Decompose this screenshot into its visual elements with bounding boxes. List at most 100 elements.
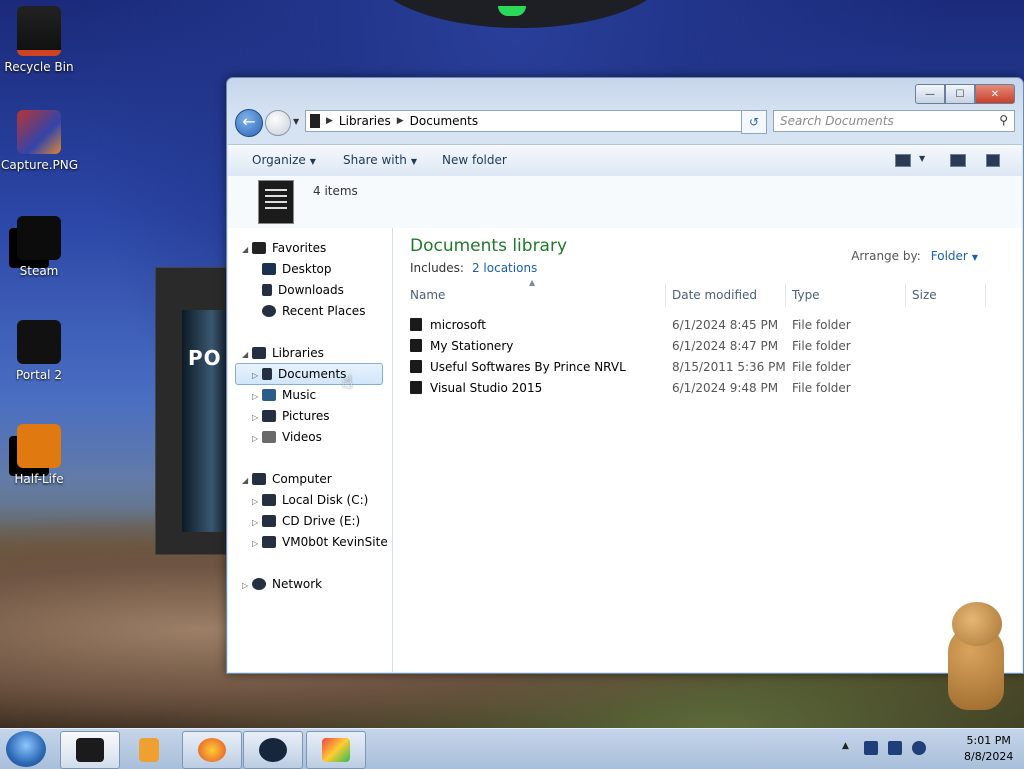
nav-computer[interactable]: ◢ Computer bbox=[242, 469, 332, 489]
back-button[interactable]: ← bbox=[235, 109, 263, 137]
address-bar[interactable]: ▶ Libraries ▶ Documents ▼ bbox=[305, 110, 767, 132]
desktop-icon-portal2[interactable]: Portal 2 bbox=[1, 320, 77, 382]
music-icon bbox=[262, 389, 276, 401]
clock-time: 5:01 PM bbox=[966, 734, 1011, 747]
nav-downloads[interactable]: Downloads bbox=[262, 280, 344, 300]
nav-desktop[interactable]: Desktop bbox=[262, 259, 332, 279]
navigation-row: ← ▼ ▶ Libraries ▶ Documents ▼ ↺ Search D… bbox=[235, 109, 1015, 137]
new-folder-button[interactable]: New folder bbox=[442, 153, 507, 167]
file-row[interactable]: Visual Studio 2015 6/1/2024 9:48 PM File… bbox=[410, 378, 990, 399]
clock-date: 8/8/2024 bbox=[964, 750, 1014, 763]
minimize-button[interactable]: — bbox=[915, 84, 945, 104]
taskbar-firefox[interactable] bbox=[182, 731, 242, 769]
expand-arrow-icon: ◢ bbox=[242, 476, 249, 485]
system-clock[interactable]: 5:01 PM 8/8/2024 bbox=[964, 733, 1013, 765]
file-row[interactable]: microsoft 6/1/2024 8:45 PM File folder bbox=[410, 315, 990, 336]
desktop-icon-recycle-bin[interactable]: Recycle Bin bbox=[1, 6, 77, 74]
steam-icon bbox=[259, 738, 287, 762]
network-icon bbox=[252, 578, 266, 590]
column-date-modified[interactable]: Date modified bbox=[666, 283, 786, 307]
hand-cursor-icon: ☝ bbox=[342, 372, 353, 393]
nav-network[interactable]: ▷ Network bbox=[242, 574, 322, 594]
taskbar-media-player[interactable] bbox=[120, 731, 180, 769]
library-icon bbox=[310, 114, 320, 128]
firefox-icon bbox=[198, 738, 226, 762]
taskbar-steam[interactable] bbox=[243, 731, 303, 769]
chevron-right-icon[interactable]: ▶ bbox=[326, 116, 333, 126]
background-portal-window[interactable]: PO bbox=[155, 267, 232, 555]
recent-pages-dropdown[interactable]: ▼ bbox=[293, 117, 299, 126]
arrange-by: Arrange by: Folder ▼ bbox=[851, 249, 978, 263]
share-with-menu[interactable]: Share with ▼ bbox=[343, 153, 417, 167]
folder-icon bbox=[410, 318, 422, 331]
folder-icon bbox=[410, 360, 422, 373]
refresh-button[interactable]: ↺ bbox=[741, 110, 767, 134]
chevron-right-icon[interactable]: ▶ bbox=[397, 116, 404, 126]
column-type[interactable]: Type bbox=[786, 283, 906, 307]
library-locations-link[interactable]: 2 locations bbox=[472, 261, 537, 275]
details-strip: 4 items bbox=[228, 176, 1022, 228]
file-row[interactable]: My Stationery 6/1/2024 8:47 PM File fold… bbox=[410, 336, 990, 357]
taskbar-paint[interactable] bbox=[306, 731, 366, 769]
nav-libraries[interactable]: ◢ Libraries bbox=[242, 343, 324, 363]
breadcrumb-documents[interactable]: Documents bbox=[410, 114, 478, 128]
nav-favorites[interactable]: ◢ Favorites bbox=[242, 238, 326, 258]
top-gadget bbox=[370, 0, 670, 28]
nav-local-disk[interactable]: ▷ Local Disk (C:) bbox=[252, 490, 368, 510]
change-view-icon[interactable] bbox=[895, 154, 911, 167]
star-icon bbox=[252, 242, 266, 254]
column-name[interactable]: Name bbox=[404, 283, 666, 307]
breadcrumb-libraries[interactable]: Libraries bbox=[339, 114, 391, 128]
folder-icon bbox=[410, 339, 422, 352]
collapse-arrow-icon: ▷ bbox=[252, 371, 259, 380]
taskbar-explorer[interactable] bbox=[60, 731, 120, 769]
display-tray-icon[interactable] bbox=[888, 741, 902, 755]
arrange-by-dropdown[interactable]: Folder bbox=[931, 249, 968, 263]
preview-pane-icon[interactable] bbox=[950, 154, 966, 167]
pictures-icon bbox=[262, 410, 276, 422]
nav-cd-drive[interactable]: ▷ CD Drive (E:) bbox=[252, 511, 360, 531]
desktop-icon-capture-png[interactable]: Capture.PNG bbox=[1, 110, 79, 172]
collapse-arrow-icon: ▷ bbox=[252, 518, 259, 527]
volume-icon[interactable] bbox=[912, 741, 926, 755]
close-button[interactable]: ✕ bbox=[975, 84, 1015, 104]
desktop-icon-steam[interactable]: Steam bbox=[1, 216, 77, 278]
libraries-icon bbox=[252, 347, 266, 359]
documents-library-icon bbox=[258, 180, 294, 224]
nav-pictures[interactable]: ▷ Pictures bbox=[252, 406, 330, 426]
search-icon[interactable]: ⚲ bbox=[999, 113, 1008, 127]
search-input[interactable]: Search Documents ⚲ bbox=[773, 110, 1015, 132]
nav-vm-share[interactable]: ▷ VM0b0t KevinSite bbox=[252, 532, 388, 552]
view-options-dropdown[interactable]: ▼ bbox=[919, 154, 925, 163]
maximize-button[interactable]: ☐ bbox=[945, 84, 975, 104]
desktop-icon-label: Portal 2 bbox=[16, 368, 62, 382]
show-hidden-icons-icon[interactable]: ▲ bbox=[842, 741, 849, 751]
desktop-icon-label: Capture.PNG bbox=[1, 158, 79, 172]
nav-music[interactable]: ▷ Music bbox=[252, 385, 316, 405]
videos-icon bbox=[262, 431, 276, 443]
start-button[interactable] bbox=[6, 731, 46, 767]
help-icon[interactable] bbox=[986, 154, 1000, 167]
taskbar: ▲ 5:01 PM 8/8/2024 bbox=[0, 728, 1024, 769]
chevron-down-icon: ▼ bbox=[971, 253, 978, 262]
organize-menu[interactable]: Organize ▼ bbox=[252, 153, 316, 167]
nav-videos[interactable]: ▷ Videos bbox=[252, 427, 322, 447]
nav-recent-places[interactable]: Recent Places bbox=[262, 301, 365, 321]
file-row[interactable]: Useful Softwares By Prince NRVL 8/15/201… bbox=[410, 357, 990, 378]
command-bar: Organize ▼ Share with ▼ New folder ▼ bbox=[228, 144, 1022, 177]
column-size[interactable]: Size bbox=[906, 283, 986, 307]
documents-icon bbox=[262, 368, 272, 380]
hamster-mascot[interactable] bbox=[942, 602, 1008, 710]
item-count: 4 items bbox=[313, 184, 358, 198]
nav-documents[interactable]: ▷ Documents bbox=[235, 363, 383, 385]
network-tray-icon[interactable] bbox=[864, 741, 878, 755]
desktop-icon-half-life[interactable]: Half-Life bbox=[1, 424, 77, 486]
navigation-pane: ◢ Favorites Desktop Downloads Recent Plac… bbox=[228, 228, 393, 672]
desktop-icon-label: Recycle Bin bbox=[4, 60, 74, 74]
forward-button[interactable] bbox=[265, 110, 291, 136]
portal2-icon bbox=[17, 320, 61, 364]
file-list-pane: Documents library Includes: 2 locations A… bbox=[393, 228, 1022, 672]
explorer-icon bbox=[76, 738, 104, 762]
desktop-icon-label: Steam bbox=[19, 264, 59, 278]
cd-drive-icon bbox=[262, 515, 276, 527]
